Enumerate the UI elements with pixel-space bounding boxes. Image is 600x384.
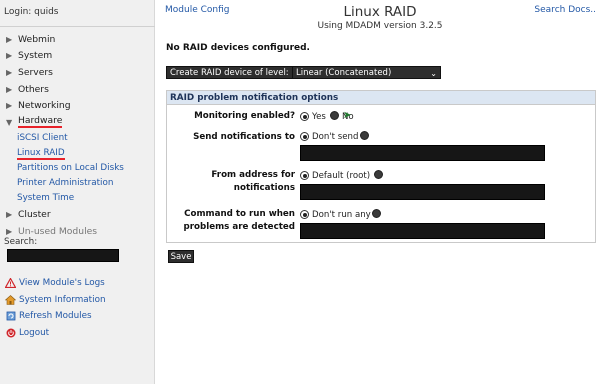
sidebar-item-label: Printer Administration (17, 178, 114, 189)
category-system[interactable]: ▶ System (6, 48, 151, 65)
chevron-right-icon: ▶ (6, 34, 13, 44)
link-label: Logout (19, 328, 50, 339)
system-information-link[interactable]: System Information (4, 292, 106, 309)
category-servers[interactable]: ▶ Servers (6, 64, 151, 81)
link-label: Refresh Modules (19, 311, 92, 322)
power-icon (4, 328, 17, 338)
category-networking[interactable]: ▶ Networking (6, 97, 151, 114)
sidebar-item-label: System Time (17, 193, 75, 204)
panel-title: RAID problem notification options (167, 91, 595, 105)
no-raid-message: No RAID devices configured. (166, 43, 310, 53)
chevron-right-icon: ▶ (6, 51, 13, 61)
sidebar-item-system-time[interactable]: System Time (6, 191, 151, 206)
view-logs-link[interactable]: View Module's Logs (4, 275, 106, 292)
monitoring-yes-label: Yes (312, 112, 326, 122)
login-label: Login: quids (4, 7, 59, 17)
category-label: Un-used Modules (18, 225, 98, 237)
category-webmin[interactable]: ▶ Webmin (6, 31, 151, 48)
category-label: System (18, 50, 53, 62)
category-label: Webmin (18, 33, 56, 45)
create-raid-button[interactable]: Create RAID device of level: (166, 66, 293, 79)
sidebar-item-label: Partitions on Local Disks (17, 162, 124, 173)
module-nav: ▶ Webmin ▶ System ▶ Servers ▶ Others ▶ Networ… (6, 31, 151, 240)
link-label: System Information (19, 294, 106, 305)
category-label: Others (18, 83, 49, 95)
monitoring-label: Monitoring enabled? (194, 111, 295, 121)
custom-from-radio[interactable] (374, 170, 383, 179)
chevron-down-icon: ▼ (6, 117, 13, 127)
warning-icon (4, 278, 17, 289)
sidebar: Login: quids ▶ Webmin ▶ System ▶ Servers ▶ O… (0, 0, 155, 384)
refresh-modules-link[interactable]: Refresh Modules (4, 308, 106, 325)
link-label: View Module's Logs (19, 278, 105, 289)
raid-level-value: Linear (Concatenated) (296, 68, 392, 78)
from-address-label-line1: From address for (211, 170, 295, 180)
refresh-icon (4, 311, 17, 321)
search-label: Search: (4, 237, 38, 247)
category-label: Networking (18, 100, 71, 112)
command-label-line2: problems are detected (183, 222, 295, 232)
from-address-label-line2: notifications (233, 183, 295, 193)
category-label: Cluster (18, 209, 51, 221)
save-button[interactable]: Save (168, 250, 194, 263)
sidebar-item-label: iSCSI Client (17, 132, 68, 143)
category-label: Hardware (18, 115, 63, 129)
dont-send-radio[interactable] (300, 132, 309, 141)
command-field[interactable] (300, 223, 545, 239)
category-hardware[interactable]: ▼ Hardware (6, 114, 151, 131)
command-label-line1: Command to run when (184, 209, 295, 219)
page-subtitle: Using MDADM version 3.2.5 (317, 21, 443, 31)
default-from-radio[interactable] (300, 171, 309, 180)
send-to-field[interactable] (300, 145, 545, 161)
chevron-right-icon: ▶ (6, 67, 13, 77)
divider (0, 26, 155, 27)
home-icon (4, 294, 17, 305)
chevron-down-icon: ⌄ (430, 69, 437, 78)
sidebar-item-iscsi-client[interactable]: iSCSI Client (6, 131, 151, 146)
category-cluster[interactable]: ▶ Cluster (6, 207, 151, 224)
search-input[interactable] (7, 249, 119, 262)
sidebar-links: View Module's Logs System Information Re… (4, 275, 106, 341)
sidebar-item-label: Linux RAID (17, 147, 65, 160)
chevron-right-icon: ▶ (6, 84, 13, 94)
notification-options-panel: RAID problem notification options Monito… (166, 90, 596, 243)
sidebar-item-linux-raid[interactable]: Linux RAID (6, 146, 151, 161)
default-from-label: Default (root) (312, 171, 371, 181)
chevron-right-icon: ▶ (6, 210, 13, 220)
dont-run-radio[interactable] (300, 210, 309, 219)
monitoring-yes-radio[interactable] (300, 112, 309, 121)
run-command-radio[interactable] (372, 209, 381, 218)
chevron-right-icon: ▶ (6, 101, 13, 111)
sidebar-item-partitions[interactable]: Partitions on Local Disks (6, 161, 151, 176)
search-docs-link[interactable]: Search Docs.. (534, 5, 596, 15)
logout-link[interactable]: Logout (4, 325, 106, 342)
mouse-cursor-icon: ➤ (343, 110, 352, 121)
monitoring-no-radio[interactable] (330, 111, 339, 120)
dont-run-label: Don't run any (312, 210, 371, 220)
category-label: Servers (18, 66, 53, 78)
chevron-right-icon: ▶ (6, 226, 13, 236)
page-title: Linux RAID (343, 4, 417, 20)
send-to-radio[interactable] (360, 131, 369, 140)
from-address-field[interactable] (300, 184, 545, 200)
raid-level-select[interactable]: Linear (Concatenated) ⌄ (292, 66, 441, 79)
send-notifications-label: Send notifications to (193, 132, 295, 142)
category-others[interactable]: ▶ Others (6, 81, 151, 98)
dont-send-label: Don't send (312, 132, 359, 142)
sidebar-item-printer-admin[interactable]: Printer Administration (6, 176, 151, 191)
